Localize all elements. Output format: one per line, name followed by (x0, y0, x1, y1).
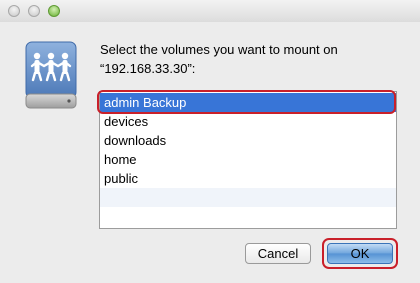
close-window-button[interactable] (8, 5, 20, 17)
volume-list[interactable]: admin Backup devices downloads home publ… (99, 91, 397, 229)
zoom-window-button[interactable] (48, 5, 60, 17)
prompt-line-2: “192.168.33.30”: (100, 61, 196, 76)
volume-item[interactable]: downloads (100, 131, 396, 150)
mount-prompt: Select the volumes you want to mount on … (100, 40, 400, 78)
network-volume-icon (20, 40, 84, 112)
cancel-button[interactable]: Cancel (245, 243, 311, 264)
volume-item[interactable]: home (100, 150, 396, 169)
minimize-window-button[interactable] (28, 5, 40, 17)
volume-item[interactable]: devices (100, 112, 396, 131)
empty-row (100, 188, 396, 207)
ok-button[interactable]: OK (327, 243, 393, 264)
mount-volumes-dialog: Select the volumes you want to mount on … (0, 0, 420, 283)
prompt-line-1: Select the volumes you want to mount on (100, 42, 338, 57)
volume-item[interactable]: admin Backup (100, 93, 396, 112)
empty-row (100, 207, 396, 226)
title-bar (0, 0, 420, 22)
volume-item[interactable]: public (100, 169, 396, 188)
